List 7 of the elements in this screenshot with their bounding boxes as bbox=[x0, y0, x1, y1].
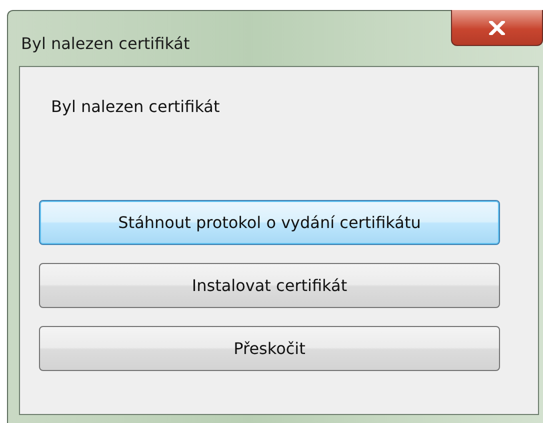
dialog-button[interactable]: Stáhnout protokol o vydání certifikátu bbox=[39, 200, 500, 245]
dialog-button[interactable]: Přeskočit bbox=[39, 326, 500, 371]
dialog-button[interactable]: Instalovat certifikát bbox=[39, 263, 500, 308]
close-icon bbox=[489, 20, 505, 34]
close-button[interactable] bbox=[451, 10, 543, 46]
message-text: Byl nalezen certifikát bbox=[51, 97, 220, 116]
window-title: Byl nalezen certifikát bbox=[21, 34, 190, 53]
